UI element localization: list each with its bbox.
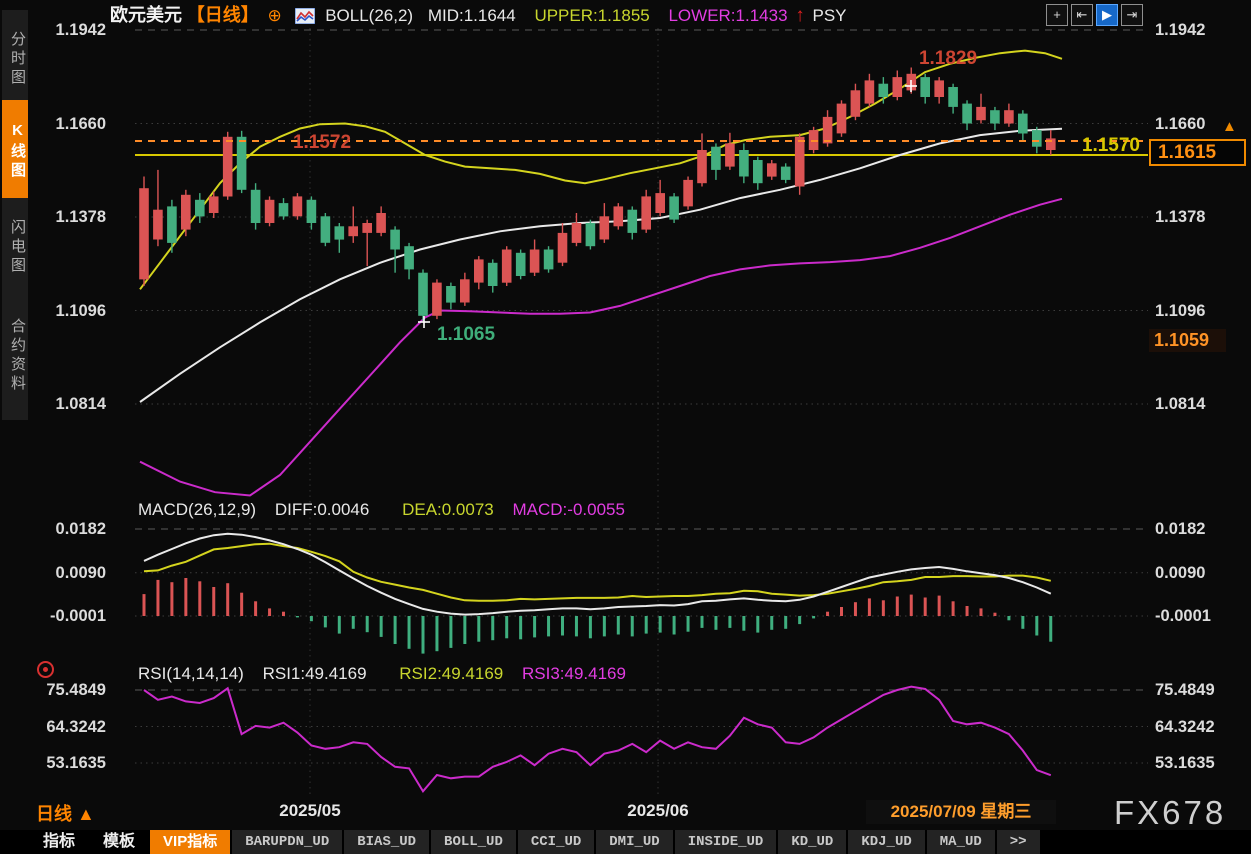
axis-label-right: 1.0814 <box>1155 395 1206 413</box>
x-axis-month-label: 2025/05 <box>279 801 341 820</box>
trading-app-window: 分时图 K线图 闪电图 合约资料 欧元美元 【日线】 ⊕ BOLL(26,2) MID… <box>0 0 1251 854</box>
hline-price-label-right: 1.1570 <box>1082 135 1140 156</box>
rsi-line <box>143 685 1052 794</box>
axis-label-left: 1.0814 <box>55 395 106 413</box>
bottom-tab-10[interactable]: KD_UD <box>778 830 847 854</box>
axis-label-right: 0.0090 <box>1155 564 1206 582</box>
bottom-tab-11[interactable]: KDJ_UD <box>848 830 925 854</box>
last-price-axis-box: 1.1615 <box>1149 139 1246 166</box>
axis-label-left: 0.0182 <box>55 520 106 538</box>
bottom-tab-4[interactable]: BARUPDN_UD <box>232 830 343 854</box>
axis-label-left: 53.1635 <box>46 754 106 772</box>
axis-label-right: 0.0182 <box>1155 520 1206 538</box>
bottom-tab-6[interactable]: BOLL_UD <box>431 830 516 854</box>
rsi-title: RSI(14,14,14) <box>138 664 244 683</box>
axis-label-left: 1.1660 <box>55 115 106 133</box>
axis-label-right: 1.1096 <box>1155 302 1206 320</box>
bottom-tab-5[interactable]: BIAS_UD <box>344 830 430 854</box>
low-price-axis-box: 1.1059 <box>1149 329 1226 352</box>
axis-label-right: -0.0001 <box>1155 607 1211 625</box>
axis-label-right: 1.1378 <box>1155 208 1206 226</box>
macd-title: MACD(26,12,9) <box>138 500 257 519</box>
watermark-logo: FX678 <box>1114 794 1227 831</box>
bottom-tab-7[interactable]: CCI_UD <box>517 830 595 854</box>
axis-label-left: 1.1096 <box>55 302 106 320</box>
bottom-tab-2[interactable]: 模板 <box>90 830 148 854</box>
bottom-tab-9[interactable]: INSIDE_UD <box>674 830 777 854</box>
boll-lower-band-line <box>139 197 1063 497</box>
alert-target-icon[interactable] <box>37 661 54 678</box>
bottom-tab-12[interactable]: MA_UD <box>926 830 995 854</box>
chart-canvas[interactable]: 1.1572 1.1570 1.1829 1.1065 <box>0 0 1251 854</box>
period-selector[interactable]: 日线 ▲ <box>36 800 95 826</box>
bottom-tab-8[interactable]: DMI_UD <box>596 830 673 854</box>
axis-label-left: 64.3242 <box>46 718 106 736</box>
boll-mid-line <box>139 127 1063 403</box>
hline-price-label: 1.1572 <box>293 132 351 153</box>
candles <box>139 67 1056 321</box>
axis-label-left: 1.1378 <box>55 208 106 226</box>
macd-diff-value: DIFF:0.0046 <box>274 500 370 519</box>
bottom-tab-3[interactable]: VIP指标 <box>150 830 231 854</box>
rsi-pane-header: RSI(14,14,14) RSI1:49.4169 RSI2:49.4169 … <box>138 663 640 685</box>
axis-label-left: 75.4849 <box>46 681 106 699</box>
indicator-tabbar: 指标 模板 VIP指标 BARUPDN_UD BIAS_UD BOLL_UD CCI_UD D… <box>0 830 1251 854</box>
bottom-tab-1[interactable]: 指标 <box>30 830 88 854</box>
axis-label-right: 64.3242 <box>1155 718 1215 736</box>
axis-label-right: 1.1942 <box>1155 21 1206 39</box>
macd-dea-value: DEA:0.0073 <box>402 500 494 519</box>
swing-low-label: 1.1065 <box>437 324 496 345</box>
x-axis-month-label: 2025/06 <box>627 801 689 820</box>
bottom-tab-13[interactable]: >> <box>996 830 1040 854</box>
axis-label-left: 0.0090 <box>55 564 106 582</box>
rsi3-value: RSI3:49.4169 <box>521 664 626 683</box>
cursor-date-box: 2025/07/09 星期三 <box>866 800 1056 824</box>
axis-label-left: -0.0001 <box>50 607 106 625</box>
swing-high-label: 1.1829 <box>919 48 977 69</box>
rsi2-value: RSI2:49.4169 <box>399 664 504 683</box>
axis-label-right: 75.4849 <box>1155 681 1215 699</box>
last-price-arrow-icon: ▲ <box>1222 118 1237 135</box>
axis-label-left: 1.1942 <box>55 21 106 39</box>
macd-pane-header: MACD(26,12,9) DIFF:0.0046 DEA:0.0073 MAC… <box>138 499 639 521</box>
axis-label-right: 53.1635 <box>1155 754 1215 772</box>
rsi1-value: RSI1:49.4169 <box>262 664 367 683</box>
macd-macd-value: MACD:-0.0055 <box>512 500 625 519</box>
